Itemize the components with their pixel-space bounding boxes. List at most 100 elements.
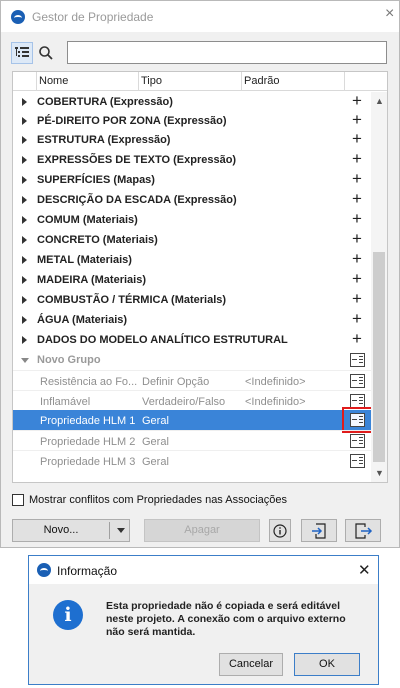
- property-row[interactable]: Resistência ao Fo... Definir Opção <Inde…: [13, 370, 371, 390]
- group-name: DESCRIÇÃO DA ESCADA (Expressão): [37, 194, 237, 206]
- group-row[interactable]: DESCRIÇÃO DA ESCADA (Expressão) +: [13, 190, 371, 210]
- close-icon[interactable]: ✕: [358, 561, 371, 579]
- group-row[interactable]: DADOS DO MODELO ANALÍTICO ESTRUTURAL +: [13, 330, 371, 350]
- add-property-icon[interactable]: +: [349, 190, 365, 207]
- import-icon: [312, 523, 326, 539]
- expand-arrow-icon[interactable]: [22, 117, 27, 125]
- app-logo-icon: [37, 563, 51, 577]
- add-property-icon[interactable]: +: [349, 330, 365, 347]
- expand-arrow-icon[interactable]: [22, 98, 27, 106]
- group-name: Novo Grupo: [37, 354, 101, 366]
- group-row[interactable]: COMBUSTÃO / TÉRMICA (Materials) +: [13, 290, 371, 310]
- expand-arrow-icon[interactable]: [22, 176, 27, 184]
- group-row-expanded[interactable]: Novo Grupo: [13, 350, 371, 370]
- property-name: Inflamável: [40, 396, 91, 408]
- property-manager-window: Gestor de Propriedade × Nome Tipo Padrão…: [0, 0, 400, 548]
- column-separator: [138, 72, 139, 91]
- add-property-icon[interactable]: +: [349, 130, 365, 147]
- group-name: CONCRETO (Materiais): [37, 234, 158, 246]
- column-header-type[interactable]: Tipo: [141, 75, 162, 87]
- tree-view-button[interactable]: [11, 42, 33, 64]
- add-property-icon[interactable]: +: [349, 150, 365, 167]
- group-name: ÁGUA (Materiais): [37, 314, 128, 326]
- import-button[interactable]: [301, 519, 337, 542]
- column-separator: [241, 72, 242, 91]
- group-row[interactable]: MADEIRA (Materiais) +: [13, 270, 371, 290]
- vertical-scrollbar[interactable]: ▲ ▼: [371, 92, 387, 482]
- group-name: COMBUSTÃO / TÉRMICA (Materials): [37, 294, 227, 306]
- add-property-icon[interactable]: +: [349, 250, 365, 267]
- new-split-button[interactable]: Novo...: [12, 519, 130, 542]
- add-property-icon[interactable]: +: [349, 290, 365, 307]
- cancel-button[interactable]: Cancelar: [219, 653, 283, 676]
- dialog-title: Informação: [57, 564, 118, 578]
- chevron-down-icon[interactable]: [117, 528, 125, 533]
- group-row[interactable]: COMUM (Materiais) +: [13, 210, 371, 230]
- group-name: PÉ-DIREITO POR ZONA (Expressão): [37, 115, 227, 127]
- group-row[interactable]: PÉ-DIREITO POR ZONA (Expressão) +: [13, 111, 371, 131]
- property-default: <Indefinido>: [245, 376, 306, 388]
- expand-arrow-icon[interactable]: [22, 236, 27, 244]
- expand-arrow-icon[interactable]: [22, 256, 27, 264]
- group-name: ESTRUTURA (Expressão): [37, 134, 171, 146]
- new-button-label[interactable]: Novo...: [13, 520, 109, 541]
- information-dialog: Informação ✕ i Esta propriedade não é co…: [28, 555, 379, 685]
- add-property-icon[interactable]: +: [349, 230, 365, 247]
- column-header-name[interactable]: Nome: [39, 75, 68, 87]
- add-property-icon[interactable]: +: [349, 92, 365, 109]
- link-library-icon[interactable]: [350, 454, 365, 468]
- show-conflicts-checkbox[interactable]: [12, 494, 24, 506]
- column-header-default[interactable]: Padrão: [244, 75, 279, 87]
- group-name: EXPRESSÕES DE TEXTO (Expressão): [37, 154, 237, 166]
- dialog-message: Esta propriedade não é copiada e será ed…: [106, 600, 346, 638]
- add-property-icon[interactable]: +: [349, 111, 365, 128]
- link-library-icon[interactable]: [350, 434, 365, 448]
- expand-arrow-icon[interactable]: [22, 196, 27, 204]
- group-name: METAL (Materiais): [37, 254, 132, 266]
- add-property-icon[interactable]: +: [349, 270, 365, 287]
- expand-arrow-icon[interactable]: [22, 156, 27, 164]
- property-name: Resistência ao Fo...: [40, 376, 138, 388]
- add-property-icon[interactable]: +: [349, 310, 365, 327]
- group-row[interactable]: ESTRUTURA (Expressão) +: [13, 130, 371, 150]
- property-row[interactable]: Inflamável Verdadeiro/Falso <Indefinido>: [13, 390, 371, 410]
- info-icon: i: [53, 600, 83, 630]
- column-separator: [344, 72, 345, 91]
- expand-arrow-icon[interactable]: [22, 216, 27, 224]
- group-row[interactable]: EXPRESSÕES DE TEXTO (Expressão) +: [13, 150, 371, 170]
- group-row[interactable]: ÁGUA (Materiais) +: [13, 310, 371, 330]
- property-type: Definir Opção: [142, 376, 210, 388]
- info-button[interactable]: [269, 519, 291, 542]
- property-name: Propriedade HLM 1: [40, 415, 136, 427]
- property-row-selected[interactable]: Propriedade HLM 1 Geral: [13, 407, 371, 433]
- link-library-icon[interactable]: [350, 374, 365, 388]
- scroll-up-icon[interactable]: ▲: [375, 96, 384, 106]
- scrollbar-thumb[interactable]: [373, 252, 385, 462]
- add-property-icon[interactable]: +: [349, 210, 365, 227]
- expand-arrow-icon[interactable]: [22, 296, 27, 304]
- search-icon: [39, 46, 53, 60]
- expand-arrow-icon[interactable]: [22, 336, 27, 344]
- close-icon[interactable]: ×: [385, 5, 399, 25]
- split-separator: [109, 522, 110, 539]
- add-property-icon[interactable]: +: [349, 170, 365, 187]
- delete-button-label: Apagar: [184, 524, 220, 536]
- ok-button[interactable]: OK: [294, 653, 360, 676]
- scroll-down-icon[interactable]: ▼: [375, 468, 384, 478]
- expand-arrow-icon[interactable]: [22, 136, 27, 144]
- group-row[interactable]: METAL (Materiais) +: [13, 250, 371, 270]
- search-input[interactable]: [67, 41, 387, 64]
- delete-button[interactable]: Apagar: [144, 519, 260, 542]
- expand-arrow-icon[interactable]: [22, 276, 27, 284]
- property-row[interactable]: Propriedade HLM 2 Geral: [13, 430, 371, 450]
- group-row[interactable]: SUPERFÍCIES (Mapas) +: [13, 170, 371, 190]
- property-row[interactable]: Propriedade HLM 3 Geral: [13, 450, 371, 470]
- export-button[interactable]: [345, 519, 381, 542]
- link-library-icon[interactable]: [350, 353, 365, 367]
- link-library-icon[interactable]: [350, 394, 365, 408]
- expand-arrow-icon[interactable]: [22, 316, 27, 324]
- collapse-arrow-icon[interactable]: [21, 358, 29, 363]
- group-row[interactable]: COBERTURA (Expressão) +: [13, 92, 371, 112]
- search-button[interactable]: [35, 42, 57, 64]
- group-row[interactable]: CONCRETO (Materiais) +: [13, 230, 371, 250]
